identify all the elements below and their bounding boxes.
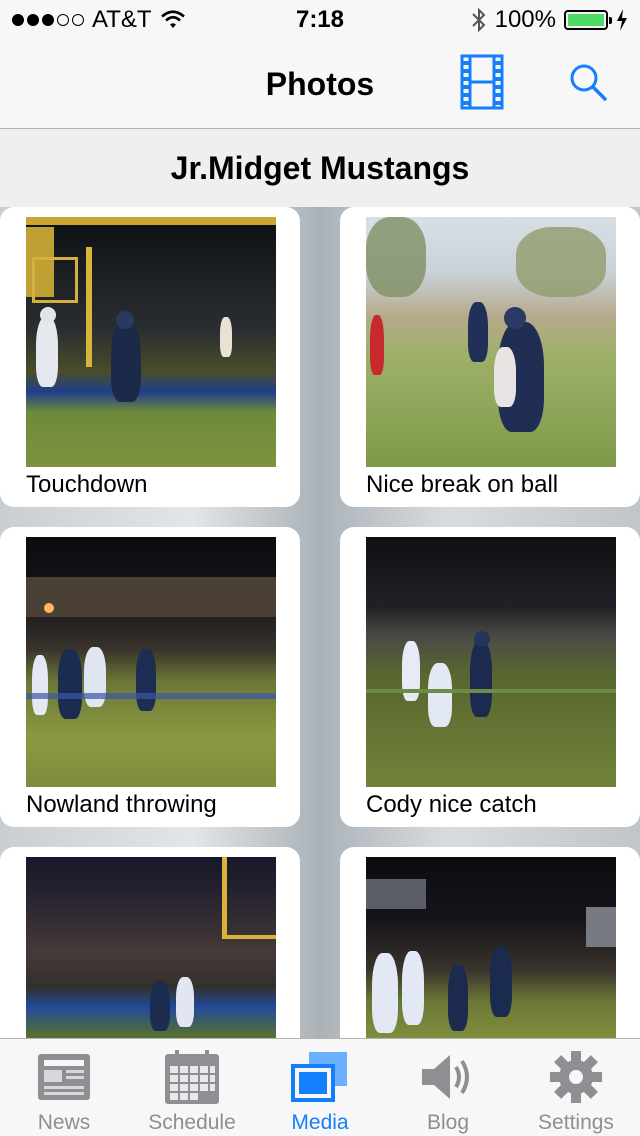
photo-card[interactable]: Nowland throwing	[0, 527, 300, 827]
photo-card[interactable]: Touchdown	[0, 207, 300, 507]
photo-grid-scroll[interactable]: Touchdown Nice break on ball Nowland thr…	[0, 207, 640, 1038]
photo-thumbnail	[26, 217, 276, 467]
speaker-icon	[418, 1047, 478, 1107]
tab-schedule[interactable]: Schedule	[128, 1039, 256, 1136]
tab-settings[interactable]: Settings	[512, 1039, 640, 1136]
status-bar: AT&T 7:18 100%	[0, 0, 640, 40]
photo-thumbnail	[366, 537, 616, 787]
photo-caption: Nowland throwing	[26, 791, 217, 818]
search-icon	[570, 64, 607, 101]
battery-level-fill	[568, 14, 604, 26]
film-view-button[interactable]	[460, 54, 504, 110]
tab-news[interactable]: News	[0, 1039, 128, 1136]
tab-label: Settings	[538, 1111, 614, 1134]
photo-caption: Cody nice catch	[366, 791, 537, 818]
photo-card[interactable]	[340, 847, 640, 1038]
bluetooth-icon	[471, 7, 486, 33]
search-button[interactable]	[568, 62, 608, 102]
section-header: Jr.Midget Mustangs	[0, 129, 640, 207]
photo-thumbnail	[366, 217, 616, 467]
gear-icon	[546, 1047, 606, 1107]
navigation-bar: Photos	[0, 40, 640, 129]
newspaper-icon	[34, 1047, 94, 1107]
wifi-icon	[160, 10, 185, 28]
film-icon	[460, 54, 504, 110]
tab-label: News	[37, 1111, 91, 1134]
battery-icon	[564, 10, 612, 30]
section-title: Jr.Midget Mustangs	[170, 149, 470, 186]
tab-bar: News Schedule Media Blog Settings	[0, 1038, 640, 1136]
tab-blog[interactable]: Blog	[384, 1039, 512, 1136]
photo-caption: Touchdown	[26, 471, 148, 498]
tab-label: Media	[291, 1111, 349, 1134]
photo-card[interactable]	[0, 847, 300, 1038]
page-title: Photos	[265, 66, 375, 102]
photo-card[interactable]: Nice break on ball	[340, 207, 640, 507]
charging-icon	[617, 9, 627, 31]
photo-thumbnail	[366, 857, 616, 1038]
carrier-label: AT&T	[92, 6, 152, 33]
media-icon	[290, 1047, 350, 1107]
battery-percent: 100%	[494, 6, 556, 33]
tab-label: Blog	[426, 1111, 470, 1134]
status-left: AT&T	[12, 6, 186, 34]
status-right: 100%	[471, 6, 628, 34]
photo-card[interactable]: Cody nice catch	[340, 527, 640, 827]
calendar-icon	[162, 1047, 222, 1107]
photo-thumbnail	[26, 857, 276, 1038]
tab-label: Schedule	[148, 1111, 236, 1134]
signal-strength-icon	[12, 14, 84, 26]
photo-caption: Nice break on ball	[366, 471, 559, 498]
photo-thumbnail	[26, 537, 276, 787]
tab-media[interactable]: Media	[256, 1039, 384, 1136]
